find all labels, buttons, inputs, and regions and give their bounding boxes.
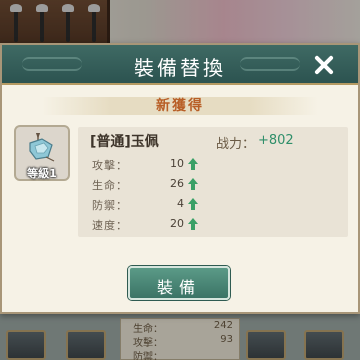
new-item-banner-text: 新獲得 xyxy=(156,98,204,114)
increase-arrow-icon xyxy=(188,178,198,190)
equip-button-label: 裝備 xyxy=(156,278,201,297)
stat-value: 20 xyxy=(170,217,184,230)
equip-button[interactable]: 裝備 xyxy=(128,266,230,300)
item-level-badge: 等級1 xyxy=(27,167,57,180)
equipment-replace-dialog: 裝備替換 新獲得 等級1 [普通]玉佩 战力： +802 攻擊： 10 生命： … xyxy=(0,43,360,314)
stat-row-defense: 防禦： 4 xyxy=(92,197,198,215)
stat-row-attack: 攻擊： 10 xyxy=(92,157,198,175)
increase-arrow-icon xyxy=(188,218,198,230)
stat-value: 26 xyxy=(170,177,184,190)
close-icon[interactable] xyxy=(310,51,338,79)
item-name: [普通]玉佩 xyxy=(90,134,159,150)
new-item-banner: 新獲得 xyxy=(42,97,318,115)
item-details-panel: [普通]玉佩 战力： +802 攻擊： 10 生命： 26 防禦： 4 速度： … xyxy=(78,127,348,237)
stat-row-speed: 速度： 20 xyxy=(92,217,198,235)
increase-arrow-icon xyxy=(188,198,198,210)
combat-power-value: +802 xyxy=(258,133,294,148)
jade-pendant-icon xyxy=(29,133,55,162)
stat-row-health: 生命： 26 xyxy=(92,177,198,195)
stat-value: 10 xyxy=(170,157,184,170)
dialog-header: 裝備替換 xyxy=(2,45,358,85)
stat-label: 攻擊： xyxy=(92,159,128,172)
stat-label: 速度： xyxy=(92,219,128,232)
dialog-title: 裝備替換 xyxy=(134,56,226,80)
increase-arrow-icon xyxy=(188,158,198,170)
stat-value: 4 xyxy=(177,197,184,210)
item-slot[interactable]: 等級1 xyxy=(14,125,70,181)
stat-label: 生命： xyxy=(92,179,128,192)
stat-label: 防禦： xyxy=(92,199,128,212)
combat-power-label: 战力： xyxy=(216,137,256,152)
